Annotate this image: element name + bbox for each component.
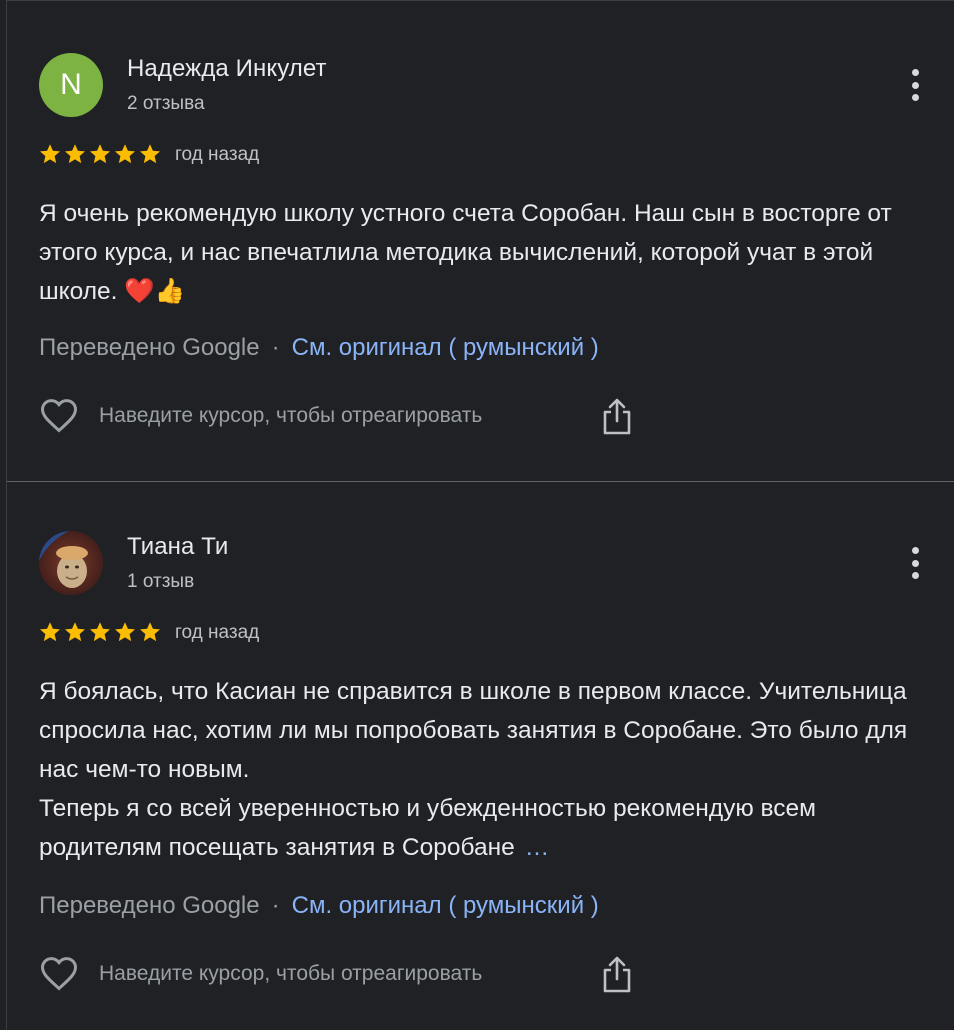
star-rating (38, 620, 162, 646)
review-text: Я очень рекомендую школу устного счета С… (39, 194, 929, 311)
share-icon[interactable] (599, 954, 635, 994)
review-text-paragraph: Теперь я со всей уверенностью и убежденн… (39, 789, 929, 867)
translation-info: Переведено Google · См. оригинал ( румынск… (39, 334, 599, 362)
reaction-row: Наведите курсор, чтобы отреагировать (39, 954, 639, 994)
react-hint: Наведите курсор, чтобы отреагировать (99, 404, 483, 427)
review-date: год назад (175, 144, 260, 165)
star-icon (90, 144, 110, 164)
star-icon (40, 144, 60, 164)
review-card: N Надежда Инкулет 2 отзыва год назад Я о… (7, 1, 954, 482)
heart-icon[interactable] (39, 396, 79, 436)
avatar[interactable]: N (39, 53, 103, 117)
star-rating (38, 142, 162, 168)
review-text-paragraph: Я очень рекомендую школу устного счета С… (39, 200, 892, 305)
review-date: год назад (175, 622, 260, 643)
review-count: 2 отзыва (127, 93, 205, 114)
star-icon (115, 144, 135, 164)
review-text-line: Теперь я со всей уверенностью и убежденн… (39, 795, 817, 861)
star-icon (140, 622, 160, 642)
review-text-paragraph: Я боялась, что Касиан не справится в шко… (39, 678, 908, 783)
translated-label: Переведено Google (39, 334, 260, 361)
reviews-panel: N Надежда Инкулет 2 отзыва год назад Я о… (6, 0, 954, 1030)
review-text: Я боялась, что Касиан не справится в шко… (39, 672, 929, 867)
star-icon (40, 622, 60, 642)
star-icon (115, 622, 135, 642)
translation-info: Переведено Google · См. оригинал ( румынск… (39, 892, 599, 920)
read-more-link[interactable]: … (525, 834, 552, 861)
more-options-icon[interactable] (905, 545, 925, 581)
share-icon[interactable] (599, 396, 635, 436)
avatar[interactable] (39, 531, 103, 595)
review-count: 1 отзыв (127, 571, 195, 592)
separator: · (271, 892, 280, 919)
more-options-icon[interactable] (905, 67, 925, 103)
see-original-link[interactable]: См. оригинал ( румынский ) (292, 334, 599, 361)
heart-icon[interactable] (39, 954, 79, 994)
separator: · (271, 334, 280, 361)
star-icon (90, 622, 110, 642)
reviewer-name[interactable]: Тиана Ти (127, 533, 228, 561)
reviewer-name[interactable]: Надежда Инкулет (127, 55, 327, 83)
star-icon (140, 144, 160, 164)
reaction-row: Наведите курсор, чтобы отреагировать (39, 396, 639, 436)
see-original-link[interactable]: См. оригинал ( румынский ) (292, 892, 599, 919)
translated-label: Переведено Google (39, 892, 260, 919)
star-icon (65, 622, 85, 642)
react-hint: Наведите курсор, чтобы отреагировать (99, 962, 483, 985)
review-card: Тиана Ти 1 отзыв год назад Я боялась, чт… (7, 482, 954, 1030)
star-icon (65, 144, 85, 164)
avatar-photo-icon (39, 531, 103, 595)
